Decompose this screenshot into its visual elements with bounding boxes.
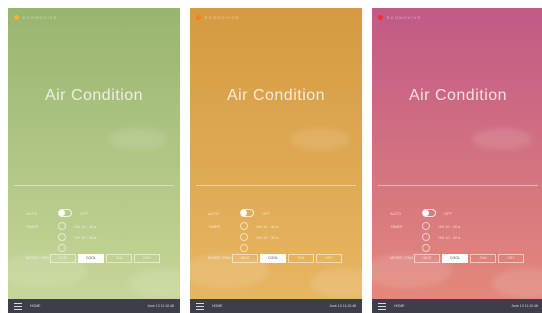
timer-time-2[interactable]: ON 10 : 30 ▸ bbox=[438, 235, 460, 240]
cloud-decoration bbox=[492, 268, 542, 298]
home-link[interactable]: HOME bbox=[30, 304, 147, 308]
toggle-knob bbox=[59, 210, 65, 216]
timer-time-2[interactable]: ON 10 : 30 ▸ bbox=[74, 235, 96, 240]
footer-bar: HOME June 13 11:10:48 bbox=[372, 299, 542, 313]
mode-option-heat[interactable]: HEAT bbox=[414, 254, 440, 263]
cloud-decoration bbox=[108, 128, 168, 150]
mode-segmented-control: HEAT COOL FAN DRY bbox=[414, 254, 524, 263]
menu-icon[interactable] bbox=[14, 302, 22, 310]
timer-label: TIMER bbox=[26, 223, 39, 229]
timer-time-2[interactable]: ON 10 : 30 ▸ bbox=[256, 235, 278, 240]
footer-time: June 13 11:10:48 bbox=[329, 304, 356, 308]
brand: ECONOVIVE bbox=[196, 15, 240, 20]
timer-row-2: ON 10 : 30 ▸ bbox=[208, 233, 278, 241]
mode-option-heat[interactable]: HEAT bbox=[232, 254, 258, 263]
brand: ECONOVIVE bbox=[14, 15, 58, 20]
auto-row: AUTO OFF bbox=[26, 209, 88, 217]
home-link[interactable]: HOME bbox=[394, 304, 511, 308]
auto-toggle[interactable] bbox=[240, 209, 254, 217]
home-link[interactable]: HOME bbox=[212, 304, 329, 308]
panel-orange: ECONOVIVE Air Condition AUTO OFF TIMER O… bbox=[190, 8, 362, 313]
menu-icon[interactable] bbox=[196, 302, 204, 310]
mode-option-cool[interactable]: COOL bbox=[78, 254, 104, 263]
panel-pink: ECONOVIVE Air Condition AUTO OFF TIMER O… bbox=[372, 8, 542, 313]
cloud-decoration bbox=[310, 268, 362, 298]
mode-segmented-control: HEAT COOL FAN DRY bbox=[232, 254, 342, 263]
footer-bar: HOME June 13 11:10:48 bbox=[190, 299, 362, 313]
mode-option-heat[interactable]: HEAT bbox=[50, 254, 76, 263]
auto-label: AUTO bbox=[390, 210, 402, 216]
timer-row-2: ON 10 : 30 ▸ bbox=[26, 233, 96, 241]
timer-row-3 bbox=[26, 244, 66, 252]
timer-row-1: TIMER ON 10 : 30 ▸ bbox=[26, 222, 96, 230]
timer-label: TIMER bbox=[208, 223, 221, 229]
mode-row: MODE / FAN bbox=[208, 255, 232, 260]
timer-radio-3[interactable] bbox=[422, 244, 430, 252]
timer-row-2: ON 10 : 30 ▸ bbox=[390, 233, 460, 241]
brand-name: ECONOVIVE bbox=[205, 15, 240, 20]
mode-option-dry[interactable]: DRY bbox=[134, 254, 160, 263]
auto-row: AUTO OFF bbox=[390, 209, 452, 217]
auto-label: AUTO bbox=[26, 210, 38, 216]
divider bbox=[14, 185, 174, 186]
page-title: Air Condition bbox=[226, 87, 326, 104]
brand-dot-icon bbox=[378, 15, 383, 20]
mode-option-fan[interactable]: FAN bbox=[106, 254, 132, 263]
page-title: Air Condition bbox=[408, 87, 508, 104]
footer-bar: HOME June 13 11:10:48 bbox=[8, 299, 180, 313]
auto-toggle[interactable] bbox=[422, 209, 436, 217]
brand: ECONOVIVE bbox=[378, 15, 422, 20]
mode-option-dry[interactable]: DRY bbox=[498, 254, 524, 263]
brand-dot-icon bbox=[196, 15, 201, 20]
brand-dot-icon bbox=[14, 15, 19, 20]
timer-radio-1[interactable] bbox=[422, 222, 430, 230]
footer-time: June 13 11:10:48 bbox=[147, 304, 174, 308]
panel-green: ECONOVIVE Air Condition AUTO OFF TIMER O… bbox=[8, 8, 180, 313]
cloud-decoration bbox=[290, 128, 350, 150]
mode-row: MODE / FAN bbox=[26, 255, 50, 260]
mode-option-fan[interactable]: FAN bbox=[470, 254, 496, 263]
auto-toggle[interactable] bbox=[58, 209, 72, 217]
auto-state: OFF bbox=[262, 210, 270, 216]
brand-name: ECONOVIVE bbox=[23, 15, 58, 20]
timer-radio-1[interactable] bbox=[240, 222, 248, 230]
timer-radio-3[interactable] bbox=[58, 244, 66, 252]
timer-radio-2[interactable] bbox=[240, 233, 248, 241]
auto-state: OFF bbox=[80, 210, 88, 216]
timer-label: TIMER bbox=[390, 223, 403, 229]
mode-option-dry[interactable]: DRY bbox=[316, 254, 342, 263]
cloud-decoration bbox=[472, 128, 532, 150]
timer-row-3 bbox=[390, 244, 430, 252]
timer-time-1[interactable]: ON 10 : 30 ▸ bbox=[74, 224, 96, 229]
divider bbox=[378, 185, 538, 186]
timer-time-1[interactable]: ON 10 : 30 ▸ bbox=[256, 224, 278, 229]
divider bbox=[196, 185, 356, 186]
timer-radio-3[interactable] bbox=[240, 244, 248, 252]
auto-state: OFF bbox=[444, 210, 452, 216]
timer-radio-1[interactable] bbox=[58, 222, 66, 230]
toggle-knob bbox=[241, 210, 247, 216]
mode-label: MODE / FAN bbox=[208, 255, 232, 260]
timer-radio-2[interactable] bbox=[422, 233, 430, 241]
mode-option-cool[interactable]: COOL bbox=[442, 254, 468, 263]
brand-name: ECONOVIVE bbox=[387, 15, 422, 20]
timer-row-1: TIMER ON 10 : 30 ▸ bbox=[390, 222, 460, 230]
auto-label: AUTO bbox=[208, 210, 220, 216]
auto-row: AUTO OFF bbox=[208, 209, 270, 217]
mode-segmented-control: HEAT COOL FAN DRY bbox=[50, 254, 160, 263]
menu-icon[interactable] bbox=[378, 302, 386, 310]
timer-row-3 bbox=[208, 244, 248, 252]
footer-time: June 13 11:10:48 bbox=[511, 304, 538, 308]
page-title: Air Condition bbox=[44, 87, 144, 104]
mode-option-fan[interactable]: FAN bbox=[288, 254, 314, 263]
mode-row: MODE / FAN bbox=[390, 255, 414, 260]
cloud-decoration bbox=[128, 268, 180, 298]
mode-label: MODE / FAN bbox=[26, 255, 50, 260]
timer-row-1: TIMER ON 10 : 30 ▸ bbox=[208, 222, 278, 230]
mode-label: MODE / FAN bbox=[390, 255, 414, 260]
toggle-knob bbox=[423, 210, 429, 216]
mode-option-cool[interactable]: COOL bbox=[260, 254, 286, 263]
timer-time-1[interactable]: ON 10 : 30 ▸ bbox=[438, 224, 460, 229]
timer-radio-2[interactable] bbox=[58, 233, 66, 241]
